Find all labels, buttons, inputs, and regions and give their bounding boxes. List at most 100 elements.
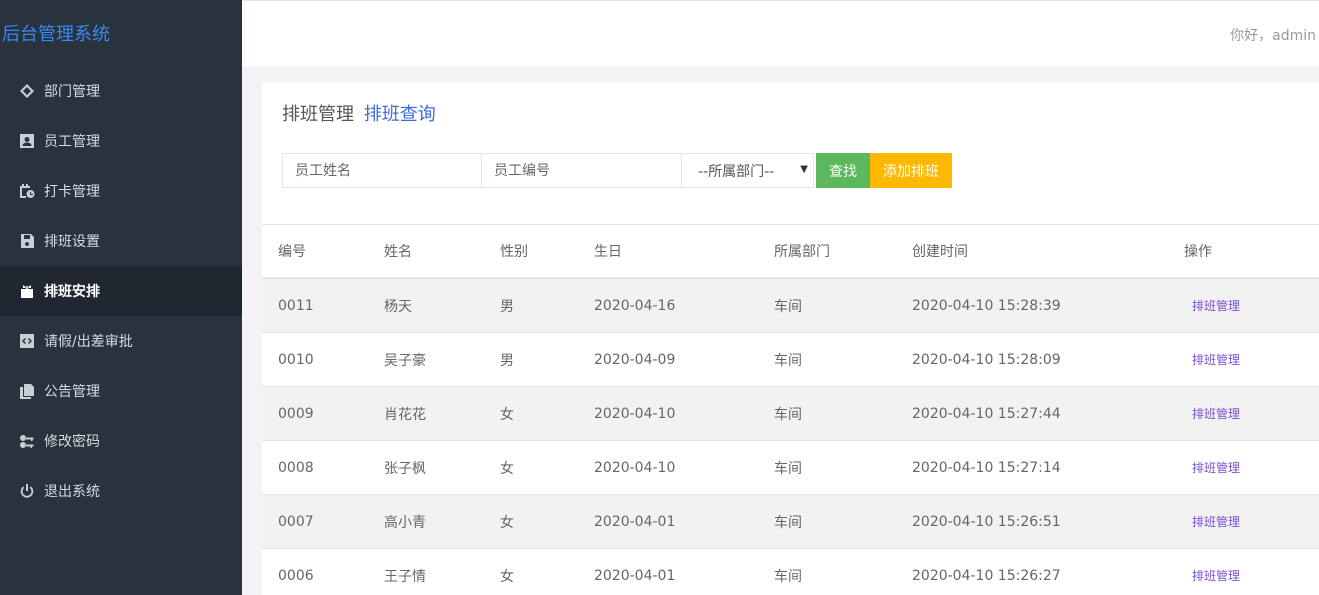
cell-birth: 2020-04-10: [594, 459, 676, 476]
sidebar-item-change-password[interactable]: 修改密码: [0, 416, 242, 466]
table-row: 0009 肖花花 女 2020-04-10 车间 2020-04-10 15:27:44 排…: [262, 387, 1319, 441]
top-bar: 你好，admin: [242, 0, 1319, 66]
cell-created: 2020-04-10 15:27:14: [912, 459, 1061, 476]
sidebar-item-department[interactable]: 部门管理: [0, 66, 242, 116]
schedule-table: 编号 姓名 性别 生日 所属部门 创建时间 操作 0011 杨天男 2020-04-…: [262, 224, 1319, 595]
save-icon: [18, 232, 36, 250]
cell-sex: 男: [500, 298, 514, 315]
header-sex: 性别: [500, 244, 528, 260]
sidebar-item-leave-approval[interactable]: 请假/出差审批: [0, 316, 242, 366]
cell-name: 高小青: [384, 514, 426, 531]
copy-icon: [18, 382, 36, 400]
sidebar-item-label: 公告管理: [44, 384, 100, 400]
cell-id: 0007: [278, 513, 314, 530]
cell-id: 0009: [278, 405, 314, 422]
table-row: 0007 高小青 女 2020-04-01 车间 2020-04-10 15:26:51 排…: [262, 495, 1319, 549]
add-schedule-button[interactable]: 添加排班: [870, 153, 952, 188]
sidebar-item-employee[interactable]: 员工管理: [0, 116, 242, 166]
schedule-manage-link[interactable]: 排班管理: [1192, 405, 1240, 422]
cell-dept: 车间: [774, 298, 802, 315]
cell-dept: 车间: [774, 406, 802, 423]
sidebar-item-label: 请假/出差审批: [44, 334, 133, 350]
calendar-clock-icon: [18, 182, 36, 200]
search-form: --所属部门-- ▼ 查找 添加排班: [282, 153, 952, 188]
cell-sex: 女: [500, 568, 514, 585]
header-id: 编号: [278, 244, 306, 260]
schedule-manage-link[interactable]: 排班管理: [1192, 459, 1240, 476]
cell-sex: 女: [500, 460, 514, 477]
cell-birth: 2020-04-16: [594, 297, 676, 314]
cell-id: 0011: [278, 297, 314, 314]
header-birth: 生日: [594, 244, 622, 260]
employee-id-input[interactable]: [482, 153, 682, 188]
cube-icon: [18, 82, 36, 100]
breadcrumb-parent[interactable]: 排班管理: [282, 104, 354, 125]
table-body: 0011 杨天男 2020-04-16 车间 2020-04-10 15:28:39 排班…: [262, 279, 1319, 595]
sidebar-item-label: 修改密码: [44, 434, 100, 450]
cell-birth: 2020-04-01: [594, 513, 676, 530]
caret-down-icon: ▼: [800, 164, 808, 175]
header-op: 操作: [1184, 244, 1212, 260]
sidebar-item-label: 打卡管理: [44, 184, 100, 200]
sidebar-item-label: 排班安排: [44, 284, 100, 300]
cell-birth: 2020-04-01: [594, 567, 676, 584]
cell-created: 2020-04-10 15:27:44: [912, 405, 1061, 422]
department-select[interactable]: --所属部门-- ▼: [682, 153, 814, 188]
user-card-icon: [18, 132, 36, 150]
header-name: 姓名: [384, 244, 412, 260]
sidebar-item-attendance[interactable]: 打卡管理: [0, 166, 242, 216]
cell-birth: 2020-04-10: [594, 405, 676, 422]
power-icon: [18, 482, 36, 500]
cell-name: 杨天: [384, 298, 412, 315]
cell-name: 王子情: [384, 568, 426, 585]
cell-id: 0006: [278, 567, 314, 584]
cell-created: 2020-04-10 15:26:27: [912, 567, 1061, 584]
cell-created: 2020-04-10 15:26:51: [912, 513, 1061, 530]
department-select-value: --所属部门--: [698, 163, 775, 180]
schedule-manage-link[interactable]: 排班管理: [1192, 513, 1240, 530]
code-icon: [18, 332, 36, 350]
cell-dept: 车间: [774, 352, 802, 369]
employee-name-input[interactable]: [282, 153, 482, 188]
cell-id: 0010: [278, 351, 314, 368]
cell-name: 张子枫: [384, 460, 426, 477]
sidebar-item-schedule-arrangement[interactable]: 排班安排: [0, 266, 242, 316]
cell-name: 肖花花: [384, 406, 426, 423]
sidebar-item-label: 部门管理: [44, 84, 100, 100]
box-icon: [18, 282, 36, 300]
cell-dept: 车间: [774, 568, 802, 585]
table-header: 编号 姓名 性别 生日 所属部门 创建时间 操作: [262, 224, 1319, 279]
breadcrumb: 排班管理 排班查询: [282, 100, 436, 126]
schedule-manage-link[interactable]: 排班管理: [1192, 567, 1240, 584]
table-row: 0011 杨天 男 2020-04-16 车间 2020-04-10 15:28:39 排班…: [262, 279, 1319, 333]
sidebar-item-schedule-settings[interactable]: 排班设置: [0, 216, 242, 266]
table-row: 0008 张子枫 女 2020-04-10 车间 2020-04-10 15:27:14 排…: [262, 441, 1319, 495]
cell-name: 吴子豪: [384, 352, 426, 369]
sidebar-item-label: 退出系统: [44, 484, 100, 500]
sidebar-item-label: 排班设置: [44, 234, 100, 250]
schedule-manage-link[interactable]: 排班管理: [1192, 297, 1240, 314]
user-greeting[interactable]: 你好，admin: [1230, 25, 1316, 45]
cell-dept: 车间: [774, 514, 802, 531]
header-created: 创建时间: [912, 244, 968, 260]
schedule-manage-link[interactable]: 排班管理: [1192, 351, 1240, 368]
content-card: 排班管理 排班查询 --所属部门-- ▼ 查找 添加排班 编号 姓名 性别 生日…: [262, 82, 1319, 595]
cell-sex: 男: [500, 352, 514, 369]
header-dept: 所属部门: [774, 244, 830, 260]
cell-created: 2020-04-10 15:28:09: [912, 351, 1061, 368]
table-row: 0010 吴子豪 男 2020-04-09 车间 2020-04-10 15:28:09 排…: [262, 333, 1319, 387]
breadcrumb-current: 排班查询: [363, 104, 436, 125]
cell-sex: 女: [500, 514, 514, 531]
sidebar-item-announcement[interactable]: 公告管理: [0, 366, 242, 416]
keys-icon: [18, 432, 36, 450]
app-brand[interactable]: 后台管理系统: [0, 0, 242, 66]
cell-birth: 2020-04-09: [594, 351, 676, 368]
sidebar-item-label: 员工管理: [44, 134, 100, 150]
cell-id: 0008: [278, 459, 314, 476]
cell-dept: 车间: [774, 460, 802, 477]
table-row: 0006 王子情 女 2020-04-01 车间 2020-04-10 15:26:27 排…: [262, 549, 1319, 595]
sidebar: 后台管理系统 部门管理 员工管理 打卡管理 排班设置 排班安排 请假/出差审批 …: [0, 0, 242, 595]
sidebar-item-logout[interactable]: 退出系统: [0, 466, 242, 516]
search-button[interactable]: 查找: [816, 153, 870, 188]
cell-created: 2020-04-10 15:28:39: [912, 297, 1061, 314]
